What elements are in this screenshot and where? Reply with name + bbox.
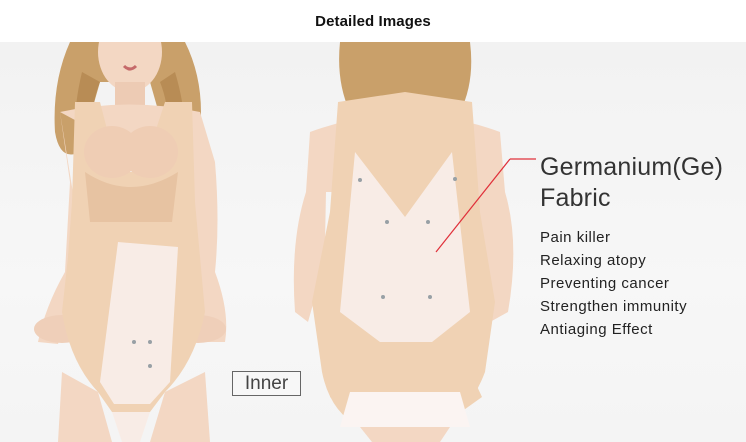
benefit-item: Relaxing atopy — [540, 252, 647, 269]
product-image-area: Inner Germanium(Ge) Fabric Pain killer R… — [0, 42, 746, 442]
fabric-title-line2: Fabric — [540, 184, 611, 212]
inner-label: Inner — [232, 371, 301, 396]
benefit-list: Pain killer Relaxing atopy Preventing ca… — [540, 226, 687, 341]
fabric-title-line1: Germanium(Ge) — [540, 153, 724, 181]
section-title: Detailed Images — [315, 12, 431, 30]
benefit-item: Preventing cancer — [540, 275, 670, 292]
front-view-model — [34, 42, 227, 442]
section-header: Detailed Images — [0, 0, 746, 42]
benefit-item: Antiaging Effect — [540, 321, 653, 338]
back-view-model — [293, 42, 514, 442]
benefit-item: Strengthen immunity — [540, 298, 688, 315]
fabric-title: Germanium(Ge) Fabric — [540, 152, 723, 214]
benefit-item: Pain killer — [540, 229, 611, 246]
